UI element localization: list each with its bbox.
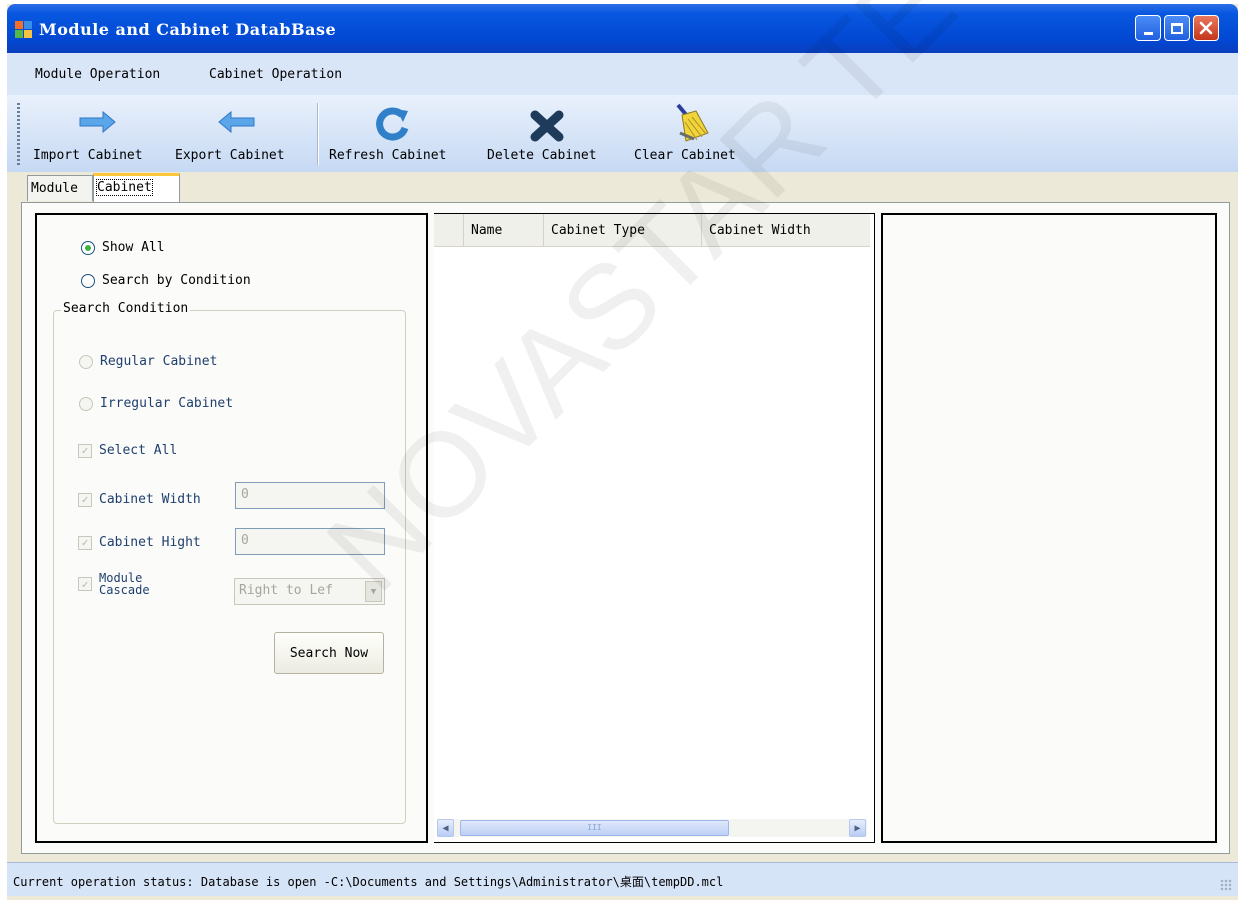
import-cabinet-label: Import Cabinet	[33, 148, 143, 163]
regular-cabinet-radio[interactable]: Regular Cabinet	[79, 354, 217, 369]
refresh-cabinet-label: Refresh Cabinet	[329, 148, 447, 163]
desktop-edge	[0, 0, 7, 901]
search-condition-title: Search Condition	[61, 301, 191, 316]
tab-cabinet[interactable]: Cabinet	[93, 173, 180, 203]
cabinet-grid[interactable]: Name Cabinet Type Cabinet Width ◀ III ▶	[434, 214, 874, 842]
tab-module-label: Module	[31, 181, 78, 196]
maximize-button[interactable]	[1164, 15, 1190, 41]
show-all-label: Show All	[102, 240, 165, 255]
status-bar: Current operation status: Database is op…	[7, 862, 1238, 896]
regular-cabinet-label: Regular Cabinet	[100, 354, 218, 369]
export-cabinet-button[interactable]: Export Cabinet	[175, 103, 310, 165]
resize-grip-icon[interactable]	[1220, 879, 1232, 891]
minimize-button[interactable]	[1135, 15, 1161, 41]
app-icon	[15, 21, 33, 39]
broom-icon	[676, 103, 709, 142]
checkbox-checked-icon: ✓	[78, 492, 92, 507]
arrow-right-icon	[79, 110, 116, 134]
delete-cabinet-label: Delete Cabinet	[487, 148, 597, 163]
select-all-checkbox[interactable]: ✓ Select All	[78, 443, 177, 458]
window-title: Module and Cabinet DatabBase	[39, 20, 337, 39]
maximize-icon	[1171, 22, 1183, 34]
minimize-icon	[1143, 31, 1153, 35]
search-by-condition-radio[interactable]: Search by Condition	[81, 273, 251, 288]
module-cascade-checkbox[interactable]: ✓ Module Cascade	[78, 572, 150, 596]
radio-disabled-icon	[79, 354, 93, 369]
radio-unchecked-icon	[81, 273, 95, 288]
menu-module-operation[interactable]: Module Operation	[35, 67, 160, 82]
cabinet-height-label: Cabinet Hight	[99, 535, 201, 550]
detail-panel	[881, 213, 1217, 843]
chevron-down-icon: ▼	[365, 581, 382, 602]
select-all-label: Select All	[99, 443, 178, 458]
cascade-direction-select[interactable]: Right to Lef ▼	[234, 578, 385, 605]
cabinet-width-input[interactable]: 0	[235, 482, 385, 509]
tab-module[interactable]: Module	[27, 175, 93, 201]
radio-disabled-icon	[79, 396, 93, 411]
close-button[interactable]	[1193, 15, 1219, 41]
search-now-button[interactable]: Search Now	[274, 632, 384, 674]
search-condition-group	[53, 310, 406, 824]
irregular-cabinet-radio[interactable]: Irregular Cabinet	[79, 396, 233, 411]
show-all-radio[interactable]: Show All	[81, 240, 165, 255]
search-by-condition-label: Search by Condition	[102, 273, 251, 288]
clear-cabinet-label: Clear Cabinet	[634, 148, 736, 163]
cabinet-height-input[interactable]: 0	[235, 528, 385, 555]
export-cabinet-label: Export Cabinet	[175, 148, 285, 163]
grid-row-header-corner	[434, 214, 464, 246]
scroll-thumb[interactable]: III	[460, 820, 729, 836]
cabinet-height-checkbox[interactable]: ✓ Cabinet Hight	[78, 535, 201, 550]
refresh-cabinet-button[interactable]: Refresh Cabinet	[329, 103, 471, 165]
column-cabinet-type[interactable]: Cabinet Type	[544, 214, 702, 246]
scroll-left-icon[interactable]: ◀	[437, 819, 454, 837]
status-text: Current operation status: Database is op…	[13, 875, 724, 889]
delete-cabinet-button[interactable]: Delete Cabinet	[487, 103, 622, 165]
module-cascade-label-line2: Cascade	[99, 583, 150, 597]
toolbar-separator	[317, 103, 319, 165]
module-cascade-label: Module Cascade	[99, 572, 150, 596]
arrow-left-icon	[218, 110, 255, 134]
checkbox-checked-icon: ✓	[78, 443, 92, 458]
refresh-icon	[376, 107, 409, 141]
cascade-direction-value: Right to Lef	[239, 583, 333, 598]
cabinet-width-label: Cabinet Width	[99, 492, 201, 507]
radio-checked-icon	[81, 240, 95, 255]
cabinet-width-checkbox[interactable]: ✓ Cabinet Width	[78, 492, 201, 507]
checkbox-checked-icon: ✓	[78, 535, 92, 550]
column-cabinet-width[interactable]: Cabinet Width	[702, 214, 870, 246]
menu-bar: Module Operation Cabinet Operation	[7, 53, 1238, 95]
import-cabinet-button[interactable]: Import Cabinet	[33, 103, 168, 165]
toolbar: Import Cabinet Export Cabinet Refresh Ca…	[7, 95, 1238, 172]
delete-x-icon	[530, 110, 564, 142]
scroll-right-icon[interactable]: ▶	[849, 819, 866, 837]
title-bar[interactable]: Module and Cabinet DatabBase	[7, 4, 1238, 53]
grid-horizontal-scrollbar[interactable]: ◀ III ▶	[437, 819, 867, 837]
column-name[interactable]: Name	[464, 214, 544, 246]
toolbar-grip[interactable]	[17, 103, 20, 165]
menu-cabinet-operation[interactable]: Cabinet Operation	[209, 67, 342, 82]
tab-cabinet-label: Cabinet	[96, 179, 153, 196]
checkbox-checked-icon: ✓	[78, 577, 92, 591]
irregular-cabinet-label: Irregular Cabinet	[100, 396, 234, 411]
close-icon	[1199, 21, 1213, 35]
grid-header: Name Cabinet Type Cabinet Width	[434, 214, 870, 247]
clear-cabinet-button[interactable]: Clear Cabinet	[634, 103, 759, 165]
